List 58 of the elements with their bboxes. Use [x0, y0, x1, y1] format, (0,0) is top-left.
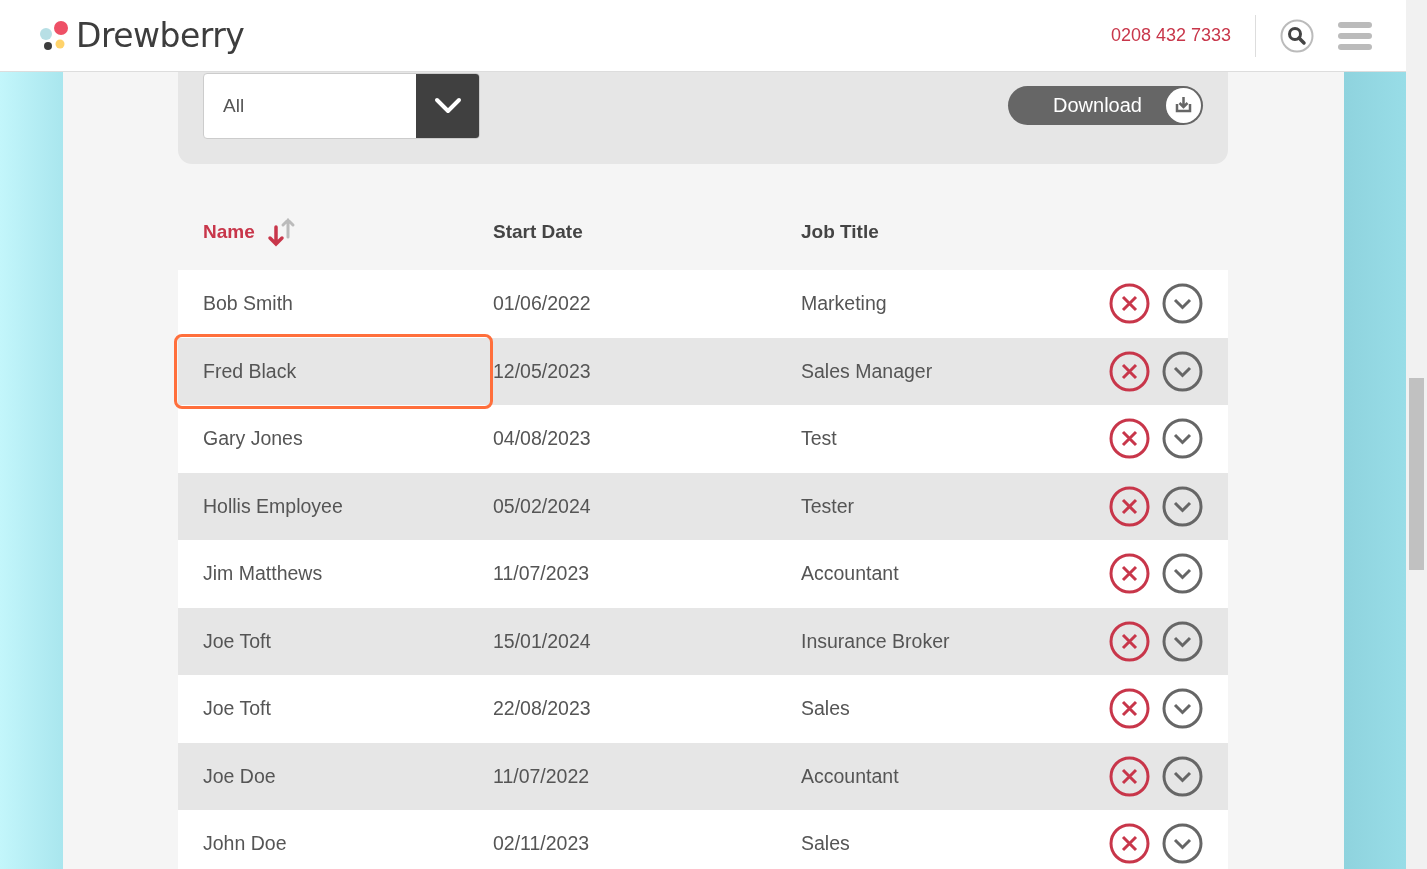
table-cell: 01/06/2022	[493, 292, 591, 315]
expand-icon[interactable]	[1162, 418, 1203, 460]
sort-arrows-icon	[266, 217, 297, 247]
table-cell: Sales	[801, 832, 850, 855]
table-cell: Marketing	[801, 292, 887, 315]
expand-icon[interactable]	[1162, 688, 1203, 730]
table-cell: John Doe	[203, 832, 287, 856]
delete-icon[interactable]	[1109, 418, 1150, 460]
table-cell: Gary Jones	[203, 427, 303, 451]
table-cell: Bob Smith	[203, 292, 293, 316]
delete-icon[interactable]	[1109, 485, 1150, 527]
table-cell: 11/07/2022	[493, 764, 590, 787]
delete-icon[interactable]	[1109, 620, 1150, 662]
table-cell: 02/11/2023	[493, 832, 590, 855]
table-cell: Test	[801, 427, 837, 450]
table-cell: Joe Toft	[203, 697, 271, 721]
chevron-down-icon	[433, 97, 462, 115]
table-cell: 22/08/2023	[493, 697, 591, 720]
expand-icon[interactable]	[1162, 823, 1203, 865]
table-cell: 05/02/2024	[493, 494, 591, 517]
table-cell: 04/08/2023	[493, 427, 591, 450]
expand-icon[interactable]	[1162, 485, 1203, 527]
table-cell: Insurance Broker	[801, 629, 950, 652]
table-cell: Joe Toft	[203, 629, 271, 653]
expand-icon[interactable]	[1162, 553, 1203, 595]
table-cell: 11/07/2023	[493, 562, 590, 585]
table-cell: Accountant	[801, 764, 899, 787]
table-cell: Sales Manager	[801, 359, 933, 382]
expand-icon[interactable]	[1162, 620, 1203, 662]
table-cell: Joe Doe	[203, 764, 276, 788]
column-header[interactable]: Start Date	[493, 221, 801, 243]
scrollbar[interactable]	[1406, 0, 1427, 869]
filter-dropdown[interactable]: All	[203, 73, 480, 139]
table-cell: Tester	[801, 494, 855, 517]
expand-icon[interactable]	[1162, 283, 1203, 325]
search-icon[interactable]	[1280, 18, 1314, 53]
delete-icon[interactable]	[1109, 553, 1150, 595]
expand-icon[interactable]	[1162, 350, 1203, 392]
table-cell: Fred Black	[203, 359, 297, 383]
delete-icon[interactable]	[1109, 823, 1150, 865]
logo-dots-icon	[38, 19, 70, 52]
table-cell: Sales	[801, 697, 850, 720]
delete-icon[interactable]	[1109, 688, 1150, 730]
delete-icon[interactable]	[1109, 350, 1150, 392]
table-cell: 12/05/2023	[493, 359, 591, 382]
table-cell: Accountant	[801, 562, 899, 585]
delete-icon[interactable]	[1109, 755, 1150, 797]
table-cell: Jim Matthews	[203, 562, 323, 586]
delete-icon[interactable]	[1109, 283, 1150, 325]
download-button[interactable]: Download	[1008, 86, 1203, 125]
expand-icon[interactable]	[1162, 755, 1203, 797]
phone-link[interactable]: 0208 432 7333	[1110, 25, 1231, 46]
download-icon	[1166, 88, 1201, 123]
logo-text[interactable]: Drewberry	[76, 16, 245, 55]
column-header[interactable]: Name	[203, 217, 493, 247]
table-cell: Hollis Employee	[203, 494, 343, 518]
table-cell: 15/01/2024	[493, 629, 591, 652]
column-header[interactable]: Job Title	[801, 221, 1228, 243]
